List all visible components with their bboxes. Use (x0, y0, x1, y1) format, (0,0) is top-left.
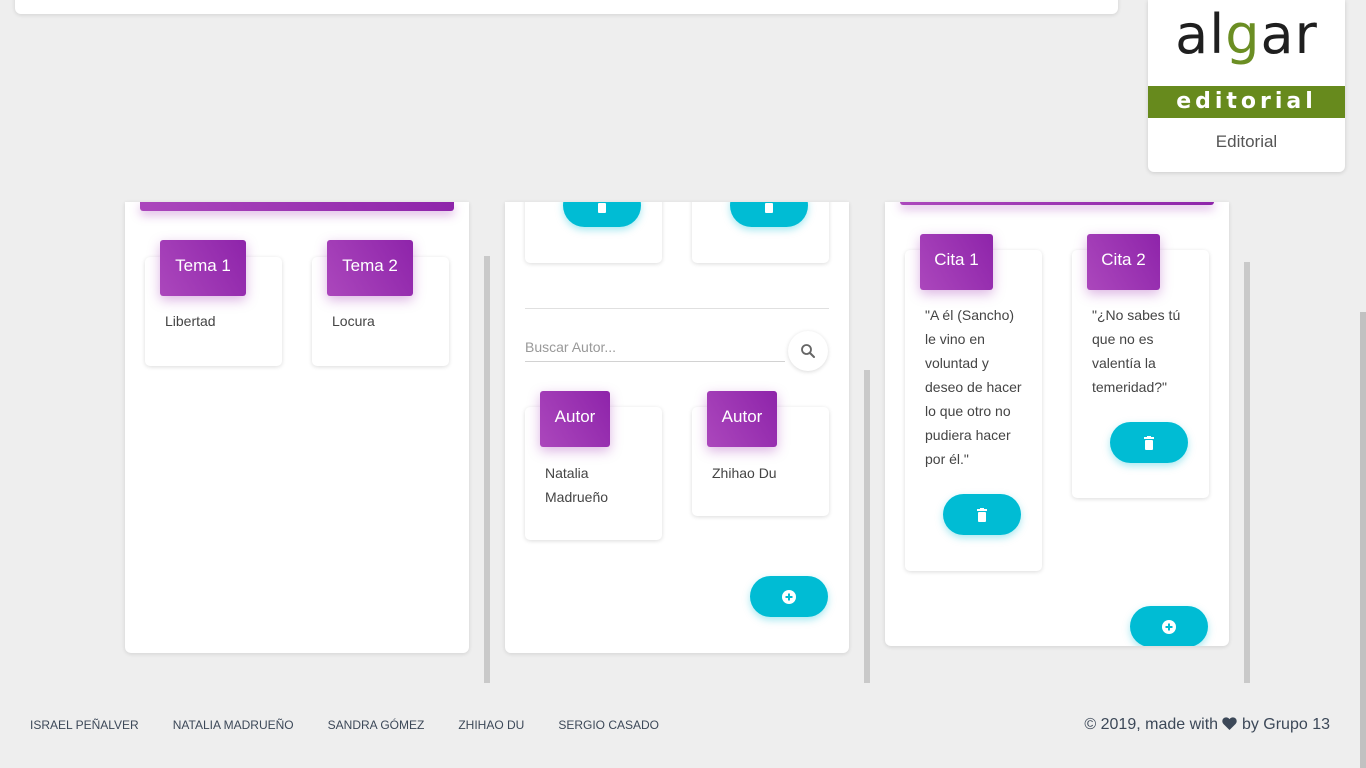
search-button[interactable] (788, 331, 828, 371)
publisher-card[interactable]: algar editorial Editorial (1148, 0, 1345, 172)
quote-tag: Cita 2 (1087, 234, 1160, 290)
add-author-button[interactable] (750, 576, 828, 617)
topic-tag: Tema 1 (160, 240, 246, 296)
topic-tag: Tema 2 (327, 240, 413, 296)
quotes-panel: "A él (Sancho) le vino en voluntad y des… (885, 202, 1229, 646)
topics-scrollbar-thumb[interactable] (484, 256, 490, 683)
footer-link[interactable]: ISRAEL PEÑALVER (30, 718, 139, 732)
trash-icon (977, 507, 987, 522)
topic-value: Libertad (165, 313, 216, 329)
topics-panel-header (140, 202, 454, 211)
author-tag: Autor (707, 391, 777, 447)
footer-link[interactable]: SANDRA GÓMEZ (328, 718, 425, 732)
copyright: © 2019, made with by Grupo 13 (1084, 716, 1330, 734)
publisher-label: Editorial (1215, 132, 1278, 151)
quote-tag: Cita 1 (920, 234, 993, 290)
logo-text-g: g (1225, 3, 1261, 66)
delete-quote-button[interactable] (1110, 422, 1188, 463)
trash-icon (765, 202, 773, 213)
page-scrollbar-thumb[interactable] (1360, 312, 1366, 768)
author-tag: Autor (540, 391, 610, 447)
trash-icon (598, 202, 606, 213)
top-card (15, 0, 1118, 14)
plus-circle-icon (782, 589, 796, 604)
quotes-panel-header (900, 202, 1214, 205)
trash-icon (1144, 435, 1154, 450)
delete-quote-button[interactable] (943, 494, 1021, 535)
add-quote-button[interactable] (1130, 606, 1208, 646)
search-icon (801, 344, 815, 358)
author-name: Zhihao Du (712, 465, 777, 481)
footer-link[interactable]: ZHIHAO DU (458, 718, 524, 732)
delete-button[interactable] (563, 202, 641, 227)
copyright-post: by Grupo 13 (1241, 716, 1330, 733)
divider (525, 308, 829, 309)
author-name: Natalia Madrueño (545, 465, 609, 505)
logo-text-right: ar (1260, 3, 1318, 66)
logo-text-left: al (1175, 3, 1226, 66)
authors-panel: Natalia Madrueño Autor Zhihao Du Autor (505, 202, 849, 653)
quote-text: "A él (Sancho) le vino en voluntad y des… (925, 307, 1022, 467)
logo-band: editorial (1148, 86, 1345, 118)
topics-panel: Libertad Tema 1 Locura Tema 2 (125, 202, 469, 653)
delete-button[interactable] (730, 202, 808, 227)
footer-nav: ISRAEL PEÑALVER NATALIA MADRUEÑO SANDRA … (30, 718, 693, 732)
heart-icon (1222, 717, 1238, 730)
author-search-input[interactable] (525, 332, 785, 362)
topic-value: Locura (332, 313, 375, 329)
authors-scrollbar-thumb[interactable] (864, 370, 870, 683)
quotes-scrollbar-thumb[interactable] (1244, 262, 1250, 683)
quote-text: "¿No sabes tú que no es valentía la teme… (1092, 307, 1181, 395)
copyright-pre: © 2019, made with (1084, 716, 1219, 733)
footer-link[interactable]: SERGIO CASADO (558, 718, 659, 732)
plus-circle-icon (1162, 619, 1176, 634)
algar-logo: algar (1148, 0, 1345, 86)
footer-link[interactable]: NATALIA MADRUEÑO (173, 718, 294, 732)
